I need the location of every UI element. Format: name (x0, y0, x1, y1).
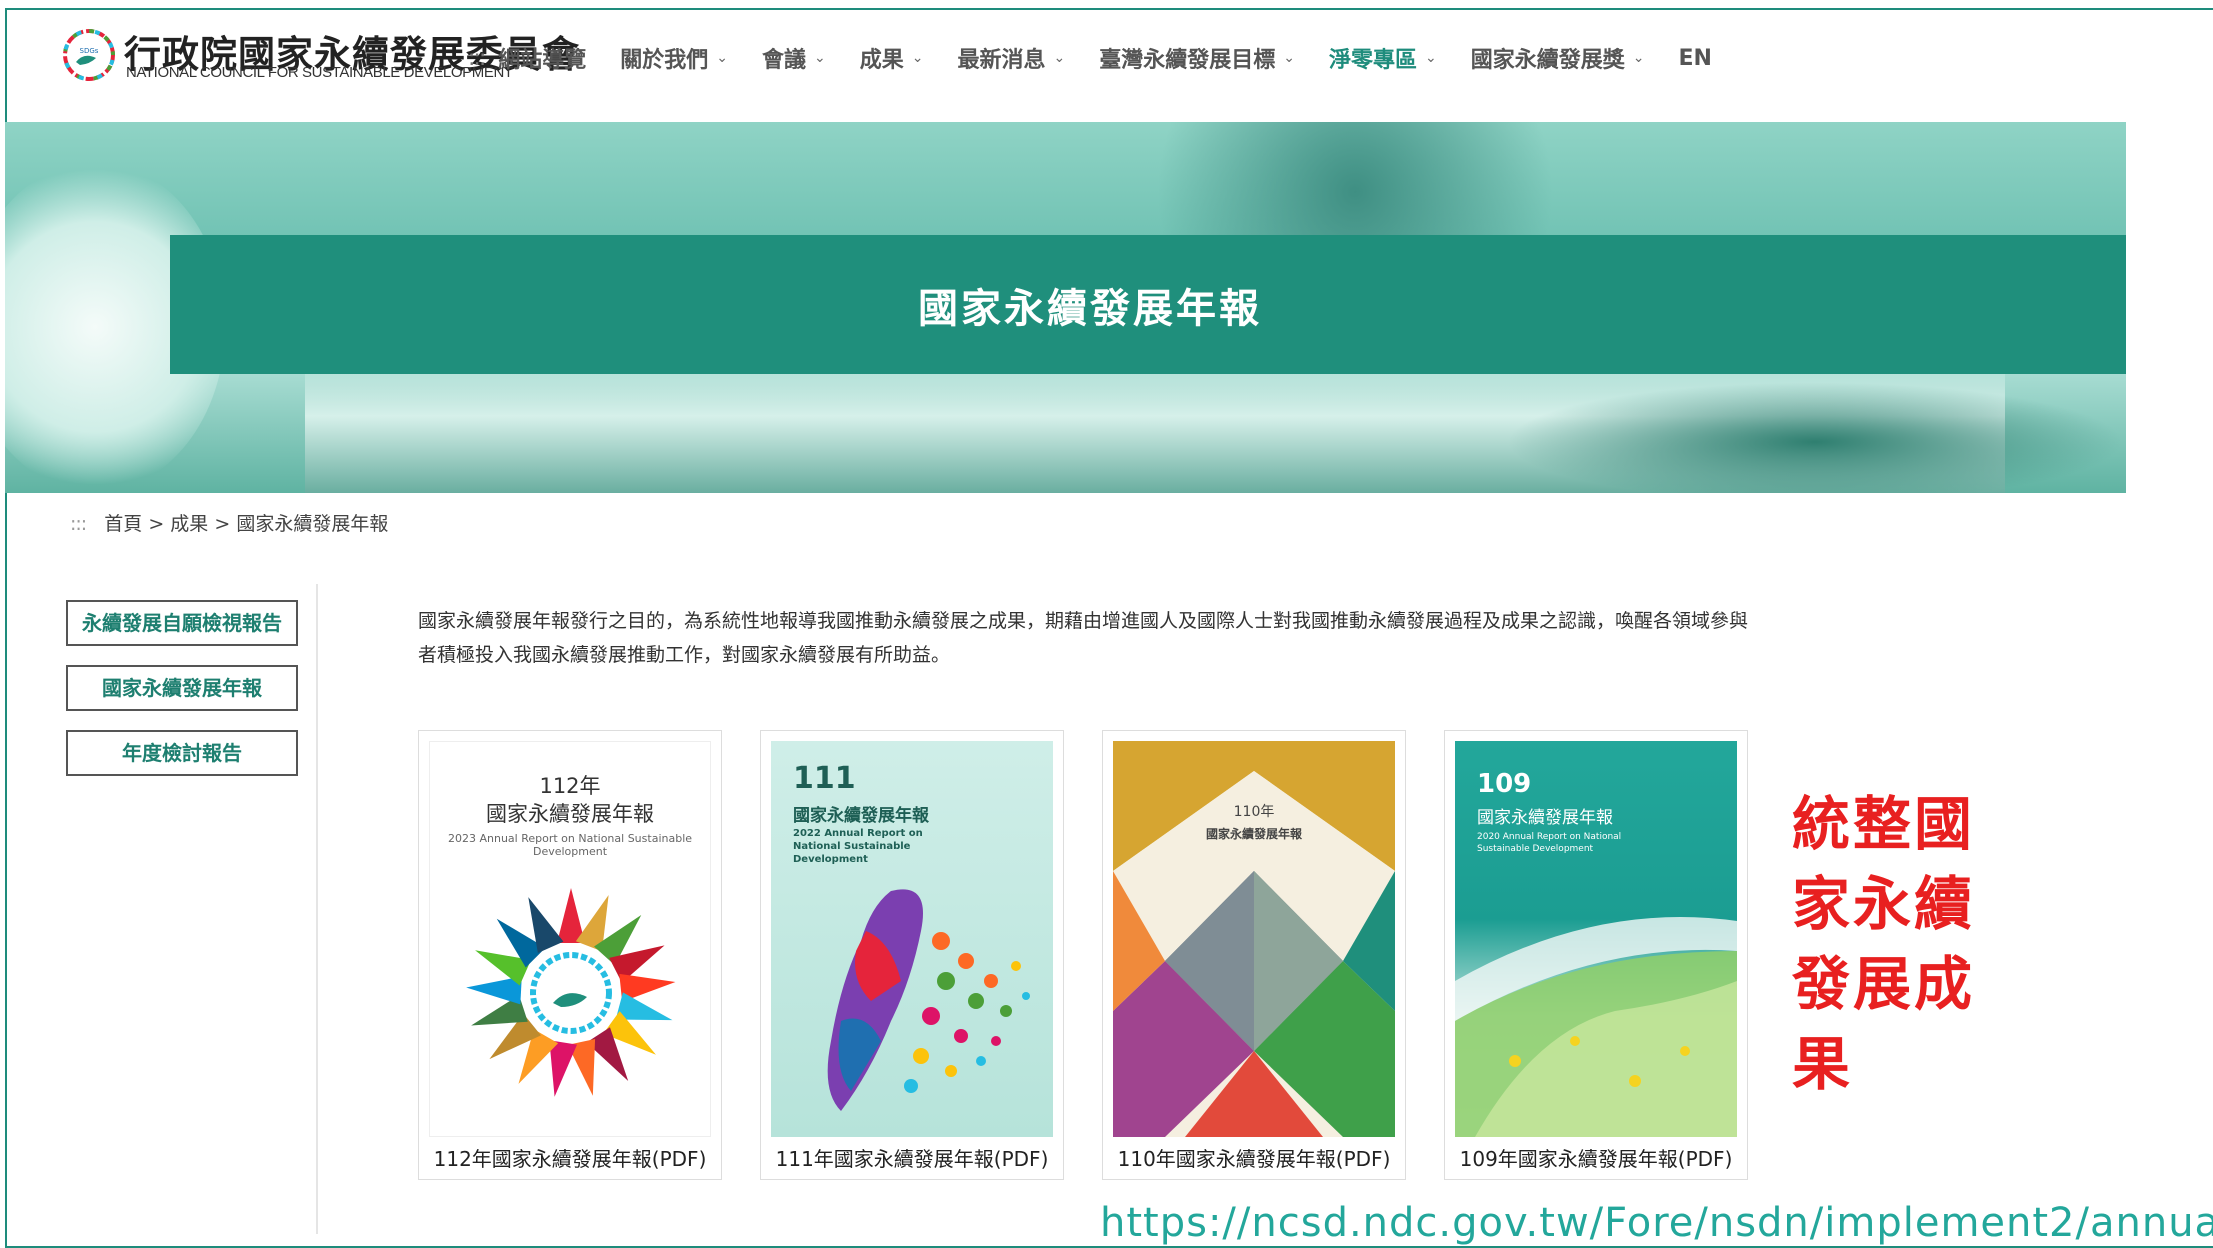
cover-title: 國家永續發展年報 (1477, 808, 1613, 828)
nav-label: 關於我們 (620, 48, 709, 73)
cover-english-title: 2023 Annual Report on National Sustainab… (447, 832, 693, 858)
report-link[interactable]: 109年國家永續發展年報(PDF) (1445, 1143, 1747, 1172)
nav-item-award[interactable]: 國家永續發展獎 ⌄ (1471, 42, 1645, 74)
nav-label: 臺灣永續發展目標 (1099, 48, 1276, 73)
intro-paragraph: 國家永續發展年報發行之目的，為系統性地報導我國推動永續發展之成果，期藉由增進國人… (418, 610, 1749, 666)
annotation-text: 統整國家永續發展成果 (1792, 790, 1976, 1098)
logo-subtitle: NATIONAL COUNCIL FOR SUSTAINABLE DEVELOP… (126, 64, 513, 81)
nav-item-english[interactable]: EN (1679, 46, 1712, 71)
report-link[interactable]: 110年國家永續發展年報(PDF) (1103, 1143, 1405, 1172)
cover-year: 111 (793, 761, 856, 796)
banner-title-bar: 國家永續發展年報 (170, 235, 2126, 374)
site-logo[interactable]: SDGs 行政院國家永續發展委員會 NATIONAL COUNCIL FOR S… (62, 24, 579, 84)
nav-item-sitemap[interactable]: 網站導覽 (498, 42, 586, 74)
cover-year: 110年 (1233, 804, 1275, 820)
nav-label: 淨零專區 (1329, 48, 1418, 73)
nav-item-about[interactable]: 關於我們 ⌄ (620, 42, 728, 74)
sidebar-item-annual-report[interactable]: 國家永續發展年報 (66, 665, 298, 711)
report-cover-111[interactable]: 111 國家永續發展年報 2022 Annual Report on Natio… (771, 741, 1053, 1137)
nav-label: 網站導覽 (498, 48, 587, 73)
cover-english-title: 2020 Annual Report on National Sustainab… (1477, 832, 1622, 854)
taiwan-map-icon (827, 889, 1030, 1111)
breadcrumb-separator: > (214, 513, 231, 535)
sdg-wheel-icon (466, 888, 676, 1097)
report-card-110[interactable]: 110年 國家永續發展年報 110年國家永續發展年報(PDF) (1102, 730, 1406, 1180)
chevron-down-icon: ⌄ (1053, 50, 1066, 66)
hero-banner: 國家永續發展年報 (5, 122, 2126, 493)
report-cover-110[interactable]: 110年 國家永續發展年報 (1113, 741, 1395, 1137)
chevron-down-icon: ⌄ (911, 50, 924, 66)
report-link[interactable]: 112年國家永續發展年報(PDF) (419, 1143, 721, 1172)
source-url: https://ncsd.ndc.gov.tw/Fore/nsdn/implem… (1100, 1200, 2213, 1246)
chevron-down-icon: ⌄ (716, 50, 729, 66)
report-card-111[interactable]: 111 國家永續發展年報 2022 Annual Report on Natio… (760, 730, 1064, 1180)
report-card-109[interactable]: 109 國家永續發展年報 2020 Annual Report on Natio… (1444, 730, 1748, 1180)
report-cover-112[interactable]: 112年 國家永續發展年報 2023 Annual Report on Nati… (429, 741, 711, 1137)
nav-label: 最新消息 (957, 48, 1046, 73)
breadcrumb-current: 國家永續發展年報 (236, 513, 389, 535)
nav-item-meetings[interactable]: 會議 ⌄ (762, 42, 826, 74)
banner-decoration (1505, 382, 2125, 493)
nav-item-news[interactable]: 最新消息 ⌄ (958, 42, 1066, 74)
breadcrumb-home[interactable]: 首頁 (104, 513, 142, 535)
cover-year: 109 (1477, 769, 1532, 799)
nav-item-results[interactable]: 成果 ⌄ (860, 42, 924, 74)
cover-year: 112年 (539, 774, 601, 798)
site-header: SDGs 行政院國家永續發展委員會 NATIONAL COUNCIL FOR S… (0, 0, 2213, 122)
nav-item-taiwan-sdgs[interactable]: 臺灣永續發展目標 ⌄ (1099, 42, 1295, 74)
chevron-down-icon: ⌄ (1283, 50, 1296, 66)
chevron-down-icon: ⌄ (814, 50, 826, 66)
page-title: 國家永續發展年報 (918, 285, 1262, 332)
chevron-down-icon: ⌄ (1632, 50, 1645, 66)
chevron-down-icon: ⌄ (1425, 50, 1437, 66)
sidebar: 永續發展自願檢視報告 國家永續發展年報 年度檢討報告 (66, 600, 298, 795)
nav-accesskey[interactable]: ::: (468, 46, 486, 71)
cover-title: 國家永續發展年報 (793, 806, 929, 826)
sidebar-item-vnr[interactable]: 永續發展自願檢視報告 (66, 600, 298, 646)
nav-label: 國家永續發展獎 (1470, 48, 1625, 73)
sidebar-divider (316, 584, 318, 1234)
breadcrumb: ::: 首頁 > 成果 > 國家永續發展年報 (70, 509, 388, 536)
main-nav: ::: 網站導覽 關於我們 ⌄ 會議 ⌄ 成果 ⌄ 最新消息 ⌄ 臺灣永續發展目標 ⌄ 淨… (468, 38, 1746, 78)
report-card-112[interactable]: 112年 國家永續發展年報 2023 Annual Report on Nati… (418, 730, 722, 1180)
breadcrumb-separator: > (148, 513, 165, 535)
nav-label: 會議 (762, 48, 807, 73)
forest-light-icon (1455, 917, 1737, 1137)
cover-title: 國家永續發展年報 (486, 802, 654, 826)
nav-label: 成果 (859, 48, 904, 73)
breadcrumb-results[interactable]: 成果 (170, 513, 208, 535)
breadcrumb-accesskey[interactable]: ::: (70, 513, 87, 535)
nav-label: EN (1678, 45, 1712, 71)
report-cover-109[interactable]: 109 國家永續發展年報 2020 Annual Report on Natio… (1455, 741, 1737, 1137)
sdgs-logo-icon: SDGs (63, 29, 115, 81)
svg-text:SDGs: SDGs (80, 47, 99, 55)
report-link[interactable]: 111年國家永續發展年報(PDF) (761, 1143, 1063, 1172)
cover-title: 國家永續發展年報 (1205, 827, 1302, 841)
cover-english-title: 2022 Annual Report on National Sustainab… (793, 828, 923, 865)
sidebar-item-review-report[interactable]: 年度檢討報告 (66, 730, 298, 776)
nav-item-net-zero[interactable]: 淨零專區 ⌄ (1329, 42, 1437, 74)
